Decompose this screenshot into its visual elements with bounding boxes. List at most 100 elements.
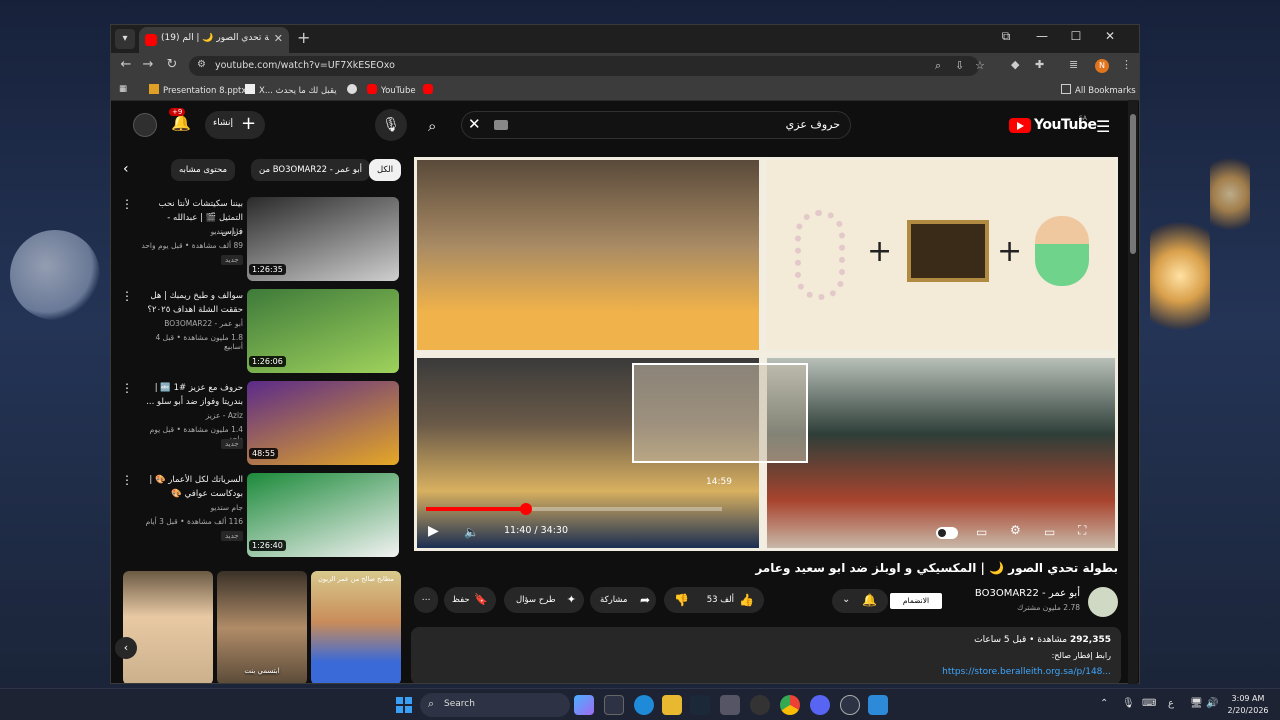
share-button[interactable]: ➦ مشاركة xyxy=(590,587,656,613)
subscribed-button[interactable]: 🔔 ⌄ xyxy=(832,589,888,613)
video-player[interactable]: + + 14:59 ▶ 🔈 11:40 / 34:30 ▭ ⚙ ▭ ⛶ xyxy=(414,157,1118,551)
channel-name[interactable]: أبو عمر - BO3OMAR22 xyxy=(975,588,1080,599)
kebab-menu-icon[interactable]: ⋮ xyxy=(121,473,133,487)
subtitles-icon[interactable]: ▭ xyxy=(976,525,987,539)
zoom-icon[interactable]: ⌕ xyxy=(935,59,941,73)
start-button[interactable] xyxy=(396,697,412,713)
keyboard-icon[interactable]: ⌨ xyxy=(1142,698,1156,709)
description-link[interactable]: https://store.beralleith.org.sa/p/148... xyxy=(942,667,1111,677)
volume-icon[interactable]: 🔊 xyxy=(1206,698,1218,709)
chrome-icon[interactable] xyxy=(780,695,800,715)
chip-all[interactable]: الكل xyxy=(369,159,402,181)
account-avatar[interactable] xyxy=(133,113,157,137)
channel-name[interactable]: جام ستديو xyxy=(139,503,243,512)
channel-name[interactable]: Aziz - عزيز xyxy=(139,411,243,420)
address-bar[interactable]: ⚙ youtube.com/watch?v=UF7XkESEOxo ⌕ ⇩ ☆ xyxy=(189,56,985,76)
related-video-item[interactable]: ⋮ 1:26:40 السرياتك لكل الأعمار 🎨 | بودكاست… xyxy=(121,473,401,559)
forward-button[interactable]: → xyxy=(139,57,157,72)
new-tab-button[interactable]: + xyxy=(297,29,310,47)
settings-icon[interactable] xyxy=(720,695,740,715)
short-item[interactable]: ابتسمي بنت xyxy=(217,571,307,683)
bookmark-item[interactable]: YouTube xyxy=(367,84,416,96)
create-button[interactable]: إنشاء + xyxy=(205,111,265,139)
related-video-item[interactable]: ⋮ 1:26:06 سوالف و طبخ ريمبك | هل حققت الشل… xyxy=(121,289,401,375)
autoplay-toggle[interactable] xyxy=(936,527,958,539)
copilot-icon[interactable] xyxy=(574,695,594,715)
chip-similar[interactable]: محتوى مشابه xyxy=(171,159,235,181)
maximize-button[interactable]: ☐ xyxy=(1061,29,1091,43)
shorts-previous-button[interactable]: ‹ xyxy=(115,637,137,659)
fullscreen-icon[interactable]: ⛶ xyxy=(1078,523,1086,538)
site-info-icon[interactable]: ⚙ xyxy=(197,59,206,70)
reload-button[interactable]: ↻ xyxy=(163,57,181,72)
back-button[interactable]: ← xyxy=(117,57,135,72)
extension-icon[interactable]: ◆ xyxy=(1011,58,1019,71)
settings-gear-icon[interactable]: ⚙ xyxy=(1010,523,1021,537)
channel-avatar[interactable] xyxy=(1088,587,1118,617)
media-controls-icon[interactable]: ≣ xyxy=(1069,58,1078,71)
kebab-menu-icon[interactable]: ⋮ xyxy=(121,197,133,211)
kebab-menu-icon[interactable]: ⋮ xyxy=(121,381,133,395)
bookmark-star-icon[interactable]: ☆ xyxy=(975,59,985,72)
install-icon[interactable]: ⇩ xyxy=(955,59,964,72)
like-count[interactable]: 53 ألف xyxy=(707,587,734,613)
taskbar-search[interactable]: ⌕ Search xyxy=(420,693,570,717)
scrollbar-thumb[interactable] xyxy=(1130,114,1136,254)
close-window-button[interactable]: ✕ xyxy=(1095,29,1125,43)
steam-icon[interactable] xyxy=(690,695,710,715)
video-title[interactable]: حروف مع عزيز #1 🔤 | بندريتا وفواز ضد أبو… xyxy=(139,381,243,409)
minimize-button[interactable]: — xyxy=(1027,29,1057,43)
save-button[interactable]: 🔖 حفظ xyxy=(444,587,496,613)
like-icon[interactable]: 👍 xyxy=(739,587,754,613)
obs-icon[interactable] xyxy=(750,695,770,715)
short-item[interactable]: مطابخ صالح من عمر الزيون xyxy=(311,571,401,683)
tab-search-button[interactable]: ▾ xyxy=(115,29,135,49)
task-view-icon[interactable] xyxy=(604,695,624,715)
tab-close-icon[interactable]: ✕ xyxy=(274,32,283,45)
channel-name[interactable]: أبو عمر - BO3OMAR22 xyxy=(139,319,243,328)
page-scrollbar[interactable] xyxy=(1128,100,1138,684)
microphone-icon[interactable]: 🎙 xyxy=(1122,698,1135,709)
related-video-item[interactable]: ⋮ 48:55 حروف مع عزيز #1 🔤 | بندريتا وفواز … xyxy=(121,381,401,467)
browser-menu-icon[interactable]: ⋮ xyxy=(1121,58,1132,71)
dislike-icon[interactable]: 👎 xyxy=(674,587,689,613)
bookmark-item[interactable]: Presentation 8.pptx xyxy=(149,84,246,96)
voice-search-mic-icon[interactable]: 🎙 xyxy=(375,109,407,141)
tray-overflow-icon[interactable]: ⌃ xyxy=(1100,698,1108,709)
language-indicator[interactable]: ع xyxy=(1168,698,1174,709)
clear-search-icon[interactable]: ✕ xyxy=(468,115,481,133)
hamburger-menu-icon[interactable]: ☰ xyxy=(1096,117,1110,136)
network-icon[interactable]: 🖥 xyxy=(1190,698,1203,709)
edge-icon[interactable] xyxy=(634,695,654,715)
play-icon[interactable]: ▶ xyxy=(428,523,439,539)
clock[interactable]: 3:09 AM 2/20/2026 xyxy=(1222,693,1274,717)
active-tab[interactable]: (19) بطولة تحدي الصور 🌙 | الم... ✕ xyxy=(139,27,289,53)
kebab-menu-icon[interactable]: ⋮ xyxy=(121,289,133,303)
theater-mode-icon[interactable]: ▭ xyxy=(1044,525,1055,539)
chip-channel[interactable]: من BO3OMAR22 - أبو عمر xyxy=(251,159,371,181)
keyboard-icon[interactable] xyxy=(494,120,508,130)
search-input[interactable]: حروف عزي xyxy=(786,118,840,131)
profile-avatar[interactable]: N xyxy=(1095,59,1109,73)
search-box[interactable]: ⌕ ✕ حروف عزي xyxy=(428,111,851,139)
all-bookmarks[interactable]: All Bookmarks xyxy=(1061,84,1136,96)
photos-icon[interactable] xyxy=(868,695,888,715)
apps-grid-icon[interactable]: ▦ xyxy=(119,84,127,94)
progress-scrubber[interactable] xyxy=(520,503,533,515)
short-item[interactable] xyxy=(123,571,213,683)
search-icon[interactable]: ⌕ xyxy=(428,117,436,135)
description-box[interactable]: 292,355 مشاهدة • قبل 5 ساعات رابط إفطار … xyxy=(411,627,1121,683)
ask-button[interactable]: ✦ طرح سؤال xyxy=(504,587,584,613)
snipping-tool-icon[interactable] xyxy=(840,695,860,715)
volume-icon[interactable]: 🔈 xyxy=(464,525,479,539)
bookmark-item[interactable] xyxy=(347,84,361,96)
more-actions-icon[interactable]: ⋯ xyxy=(414,587,438,613)
progress-bar[interactable] xyxy=(426,503,722,515)
discord-icon[interactable] xyxy=(810,695,830,715)
bookmark-item[interactable]: X... يقبل لك ما يحدث xyxy=(245,84,337,96)
extensions-icon[interactable]: ⧉ xyxy=(991,29,1021,44)
join-button[interactable]: الانضمام xyxy=(890,593,942,609)
related-video-item[interactable]: ⋮ 1:26:35 بيننا سكيتشات لأنتا نحب التمثيل … xyxy=(121,197,401,283)
video-title[interactable]: سوالف و طبخ ريمبك | هل حققت الشلة اهداف … xyxy=(139,289,243,317)
youtube-logo[interactable]: YouTube SA xyxy=(1009,115,1097,136)
